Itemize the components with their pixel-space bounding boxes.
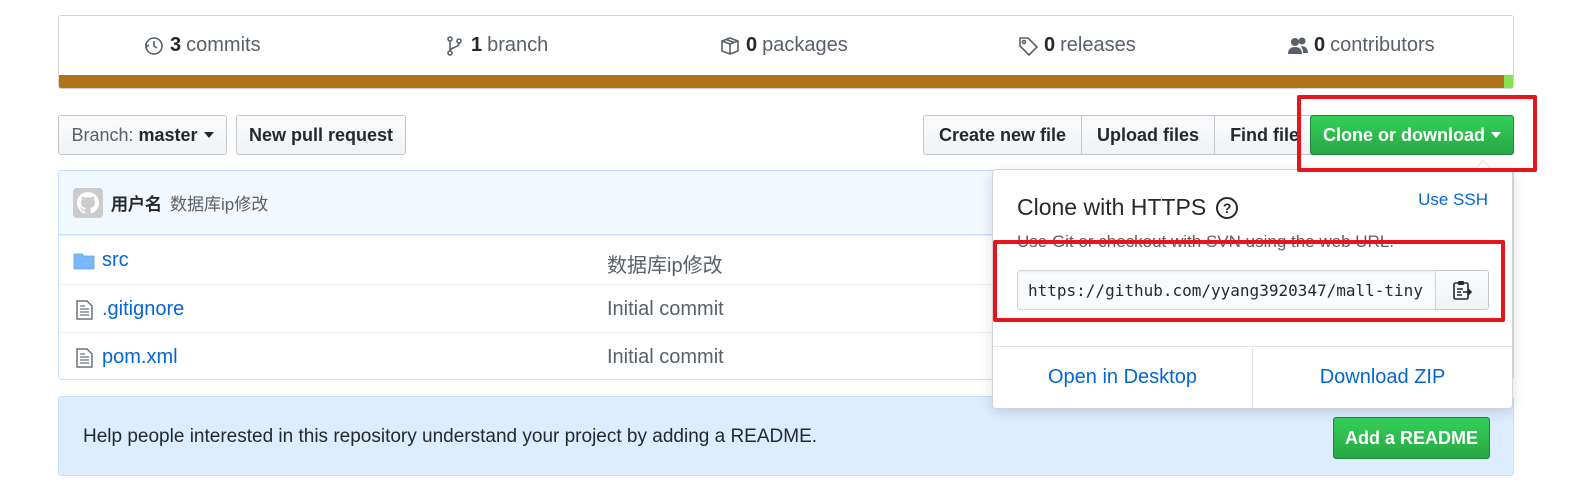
- clone-dropdown: Clone with HTTPS ? Use SSH Use Git or ch…: [992, 160, 1513, 409]
- question-icon[interactable]: ?: [1216, 196, 1239, 219]
- clone-actions: Open in Desktop Download ZIP: [993, 346, 1512, 408]
- file-name-link[interactable]: .gitignore: [102, 298, 184, 321]
- commit-author[interactable]: 用户名: [111, 190, 162, 215]
- branch-name: master: [138, 124, 198, 145]
- create-new-file-button[interactable]: Create new file: [923, 115, 1083, 155]
- file-icon: [76, 348, 93, 368]
- commit-message[interactable]: 数据库ip修改: [170, 190, 268, 215]
- download-zip-button[interactable]: Download ZIP: [1252, 347, 1512, 408]
- file-icon: [76, 299, 93, 320]
- packages-count: 0: [746, 34, 758, 56]
- packages-label: packages: [762, 34, 848, 56]
- contributors-link[interactable]: 0 contributors: [1287, 34, 1435, 57]
- commits-link[interactable]: 3 commits: [143, 34, 261, 57]
- chevron-down-icon: [1491, 132, 1501, 138]
- branches-link[interactable]: 1 branch: [444, 34, 548, 57]
- packages-link[interactable]: 0 packages: [719, 34, 848, 57]
- readme-prompt-text: Help people interested in this repositor…: [83, 426, 818, 447]
- clone-or-download-button[interactable]: Clone or download: [1310, 115, 1514, 155]
- clone-url-group: [1017, 270, 1489, 310]
- people-icon: [1288, 37, 1308, 54]
- branch-icon: [447, 35, 462, 56]
- folder-icon: [73, 253, 95, 270]
- branch-select-button[interactable]: Branch: master: [58, 115, 227, 155]
- clone-description: Use Git or checkout with SVN using the w…: [1017, 232, 1394, 251]
- upload-files-button[interactable]: Upload files: [1081, 115, 1216, 155]
- history-icon: [145, 36, 163, 55]
- releases-link[interactable]: 0 releases: [1017, 34, 1136, 57]
- branches-label: branch: [487, 34, 549, 56]
- file-actions-group: Create new file Upload files Find file: [923, 115, 1316, 155]
- file-commit-message[interactable]: Initial commit: [607, 298, 724, 321]
- chevron-down-icon: [203, 132, 214, 138]
- releases-label: releases: [1060, 34, 1136, 56]
- file-name-link[interactable]: pom.xml: [102, 346, 178, 369]
- clone-or-download-label: Clone or download: [1323, 124, 1485, 145]
- branch-prefix: Branch:: [71, 124, 134, 145]
- copy-button[interactable]: [1436, 270, 1489, 310]
- language-bar[interactable]: [59, 75, 1513, 88]
- new-pull-request-button[interactable]: New pull request: [236, 115, 406, 155]
- file-commit-message[interactable]: Initial commit: [607, 346, 724, 369]
- github-mark-icon: [77, 191, 99, 213]
- clipboard-icon: [1453, 281, 1473, 300]
- releases-count: 0: [1044, 34, 1056, 56]
- open-in-desktop-button[interactable]: Open in Desktop: [993, 347, 1252, 408]
- add-readme-button[interactable]: Add a README: [1333, 417, 1490, 459]
- package-icon: [721, 36, 739, 55]
- language-bar-secondary[interactable]: [1504, 75, 1513, 88]
- find-file-button[interactable]: Find file: [1214, 115, 1316, 155]
- clone-url-input[interactable]: [1017, 270, 1436, 310]
- branches-count: 1: [471, 34, 483, 56]
- avatar[interactable]: [73, 187, 103, 218]
- use-ssh-link[interactable]: Use SSH: [1418, 190, 1488, 210]
- clone-title-text: Clone with HTTPS: [1017, 194, 1207, 220]
- contributors-label: contributors: [1330, 34, 1435, 56]
- repo-summary-bar: 3 commits 1 branch 0 packages 0 releases…: [58, 15, 1514, 89]
- tag-icon: [1019, 36, 1039, 56]
- clone-dropdown-title: Clone with HTTPS ?: [1017, 194, 1239, 221]
- contributors-count: 0: [1314, 34, 1326, 56]
- commits-count: 3: [170, 34, 182, 56]
- file-name-link[interactable]: src: [102, 249, 129, 272]
- file-commit-message[interactable]: 数据库ip修改: [607, 249, 723, 278]
- commits-label: commits: [186, 34, 261, 56]
